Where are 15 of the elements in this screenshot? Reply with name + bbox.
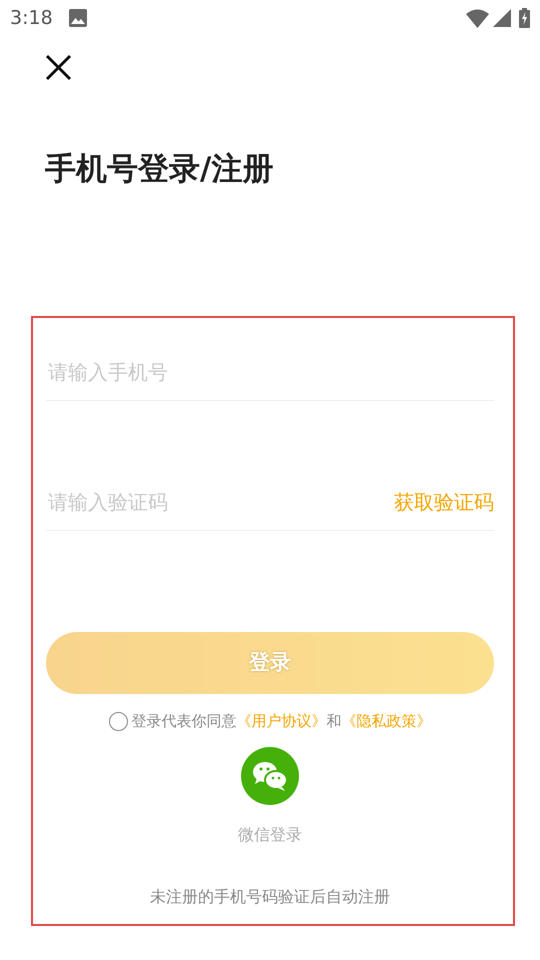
wechat-login-label[interactable]: 微信登录 xyxy=(238,822,302,847)
agree-radio[interactable] xyxy=(108,712,128,731)
signal-icon xyxy=(493,9,511,27)
battery-icon xyxy=(519,8,530,28)
page-title: 手机号登录/注册 xyxy=(45,151,274,188)
image-icon xyxy=(68,9,87,27)
agreement-link[interactable]: 《用户协议》 xyxy=(236,712,326,730)
chat-bubbles-icon[interactable] xyxy=(241,746,299,805)
close-icon[interactable] xyxy=(45,54,72,81)
status-time: 3:18 xyxy=(10,6,53,31)
footer-note: 未注册的手机号码验证后自动注册 xyxy=(149,886,391,908)
wifi-icon xyxy=(466,8,489,28)
get-code-button[interactable]: 获取验证码 xyxy=(394,486,494,517)
agreement-link[interactable]: 《隐私政策》 xyxy=(342,712,432,730)
agreement-text: 登录代表你同意《用户协议》和《隐私政策》 xyxy=(132,711,432,732)
